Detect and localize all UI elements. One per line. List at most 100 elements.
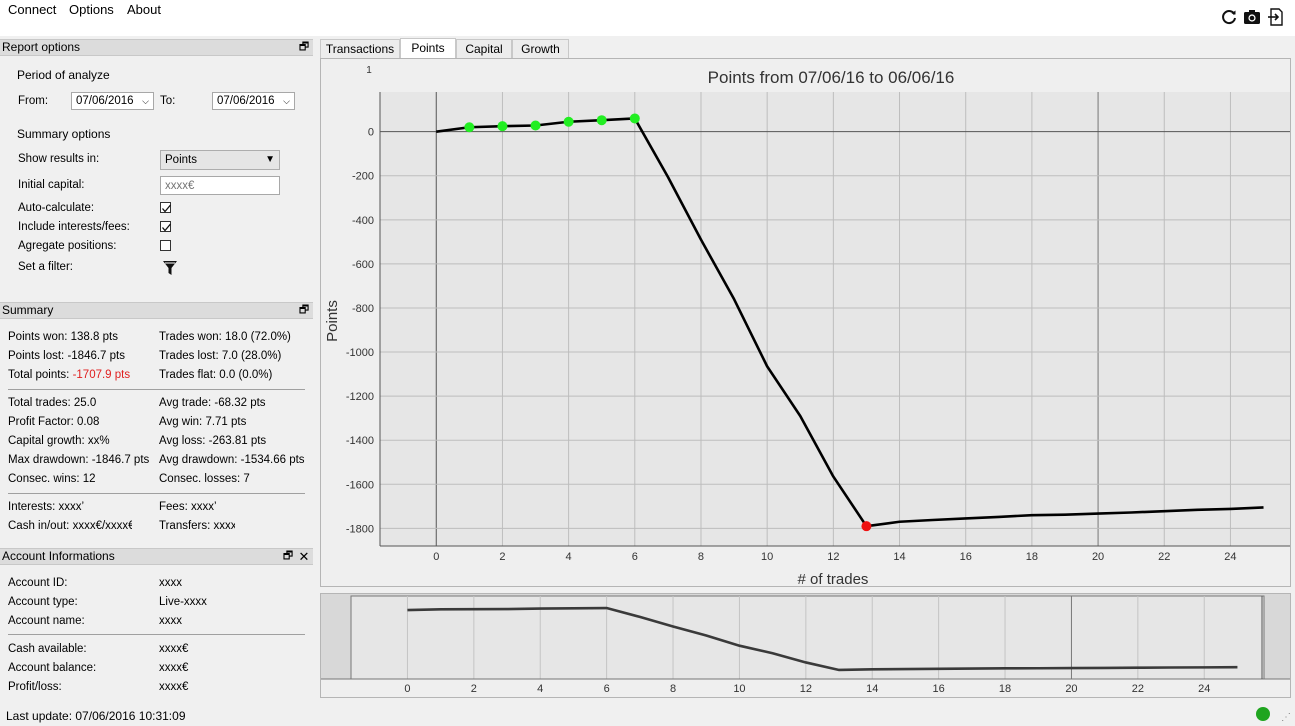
cash-inout: Cash in/out: xxxx€/xxxx€ [8,520,132,532]
range-navigator-svg[interactable]: 1 024681012141618202224 [321,594,1290,697]
check-icon [162,223,171,232]
y-tick-label: -1800 [346,523,374,535]
report-options-header: Report options 🗗 [0,39,313,56]
x-tick-label: 20 [1092,551,1104,563]
y-tick-label: 0 [368,127,374,139]
summary-header: Summary 🗗 [0,302,313,319]
x-tick-label: 8 [698,551,704,563]
navigator-tick-label: 6 [604,683,610,695]
report-options-title: Report options [2,40,81,54]
high-point-marker [596,115,607,126]
avg-drawdown: Avg drawdown: -1534.66 pts [159,454,305,466]
high-point-marker [530,120,541,131]
refresh-icon[interactable] [1220,8,1238,26]
caret-down-icon: ▼ [265,154,275,165]
total-points-label: Total points: [8,369,70,381]
include-fees-checkbox[interactable] [160,221,171,232]
show-results-label: Show results in: [18,153,100,165]
to-date-picker[interactable]: 07/06/2016 ⌵ [212,92,295,110]
profit-loss-label: Profit/loss: [8,681,62,693]
x-tick-label: 4 [566,551,572,563]
y-tick-label: -1000 [346,347,374,359]
transfers: Transfers: xxxx [159,520,235,532]
show-results-select[interactable]: Points ▼ [160,150,280,170]
chevron-down-icon: ⌵ [142,96,149,106]
filter-icon[interactable] [162,260,178,276]
navigator-tick-label: 10 [733,683,745,695]
aggregate-checkbox[interactable] [160,240,171,251]
check-icon [162,204,171,213]
menu-about[interactable]: About [125,2,163,17]
navigator-tick-label: 24 [1198,683,1210,695]
trades-won: Trades won: 18.0 (72.0%) [159,331,291,343]
tab-growth[interactable]: Growth [512,39,569,58]
consec-wins: Consec. wins: 12 [8,473,96,485]
from-date-picker[interactable]: 07/06/2016 ⌵ [71,92,154,110]
navigator-tick-label: 0 [404,683,410,695]
status-bar: Last update: 07/06/2016 10:31:09 [0,703,1295,726]
points-chart-svg: Points from 07/06/16 to 06/06/16 # of tr… [324,65,1290,588]
menu-bar: Connect Options About [0,0,1295,36]
camera-icon[interactable] [1243,8,1261,26]
account-name-value: xxxx [159,615,182,627]
period-label: Period of analyze [17,68,110,82]
chart-x-axis-label: # of trades [798,571,869,586]
trades-lost: Trades lost: 7.0 (28.0%) [159,350,282,362]
menu-connect[interactable]: Connect [6,2,58,17]
initial-capital-input[interactable] [160,176,280,195]
navigator-tick-label: 12 [800,683,812,695]
divider [8,493,305,494]
divider [8,389,305,390]
y-tick-label: -400 [352,215,374,227]
navigator-tick-label: 20 [1065,683,1077,695]
auto-calc-checkbox[interactable] [160,202,171,213]
y-tick-label: -1400 [346,435,374,447]
account-type-value: Live-xxxx [159,596,207,608]
high-point-marker [497,121,508,132]
divider [8,634,305,635]
trades-flat: Trades flat: 0.0 (0.0%) [159,369,273,381]
chart-corner-label: 1 [366,65,372,76]
float-panel-icon[interactable]: 🗗 [298,304,310,317]
navigator-tick-label: 14 [866,683,878,695]
summary-title: Summary [2,303,54,317]
account-balance-label: Account balance: [8,662,97,674]
include-fees-label: Include interests/fees: [18,221,130,233]
summary-options-label: Summary options [17,127,111,141]
x-tick-label: 24 [1224,551,1236,563]
navigator-tick-label: 16 [933,683,945,695]
menu-options[interactable]: Options [67,2,116,17]
x-tick-label: 6 [632,551,638,563]
to-label: To: [160,95,176,107]
chevron-down-icon: ⌵ [283,96,290,106]
y-tick-label: -1200 [346,391,374,403]
navigator-tick-label: 2 [471,683,477,695]
high-point-marker [464,122,475,133]
navigator-tick-label: 8 [670,683,676,695]
initial-capital-label: Initial capital: [18,179,85,191]
filter-label: Set a filter: [18,261,73,273]
resize-grip-icon[interactable]: ⋰ [1281,712,1291,723]
chart-title: Points from 07/06/16 to 06/06/16 [708,68,955,87]
show-results-value: Points [165,154,197,166]
x-tick-label: 12 [827,551,839,563]
export-icon[interactable] [1267,8,1285,26]
close-icon[interactable]: ✕ [298,550,310,563]
navigator-tick-label: 22 [1132,683,1144,695]
account-name-label: Account name: [8,615,85,627]
low-point-marker [861,521,872,532]
avg-trade: Avg trade: -68.32 pts [159,397,266,409]
account-type-label: Account type: [8,596,78,608]
float-panel-icon[interactable]: 🗗 [282,550,294,563]
total-points-value: -1707.9 pts [72,369,131,381]
account-title: Account Informations [2,549,115,563]
range-navigator[interactable]: 1 024681012141618202224 [320,593,1291,698]
tab-points[interactable]: Points [400,38,456,58]
profit-factor: Profit Factor: 0.08 [8,416,100,428]
tab-capital[interactable]: Capital [456,39,512,58]
x-tick-label: 0 [433,551,439,563]
account-balance-value: xxxx€ [159,662,189,674]
x-tick-label: 2 [499,551,505,563]
float-panel-icon[interactable]: 🗗 [298,41,310,54]
tab-transactions[interactable]: Transactions [320,39,400,58]
